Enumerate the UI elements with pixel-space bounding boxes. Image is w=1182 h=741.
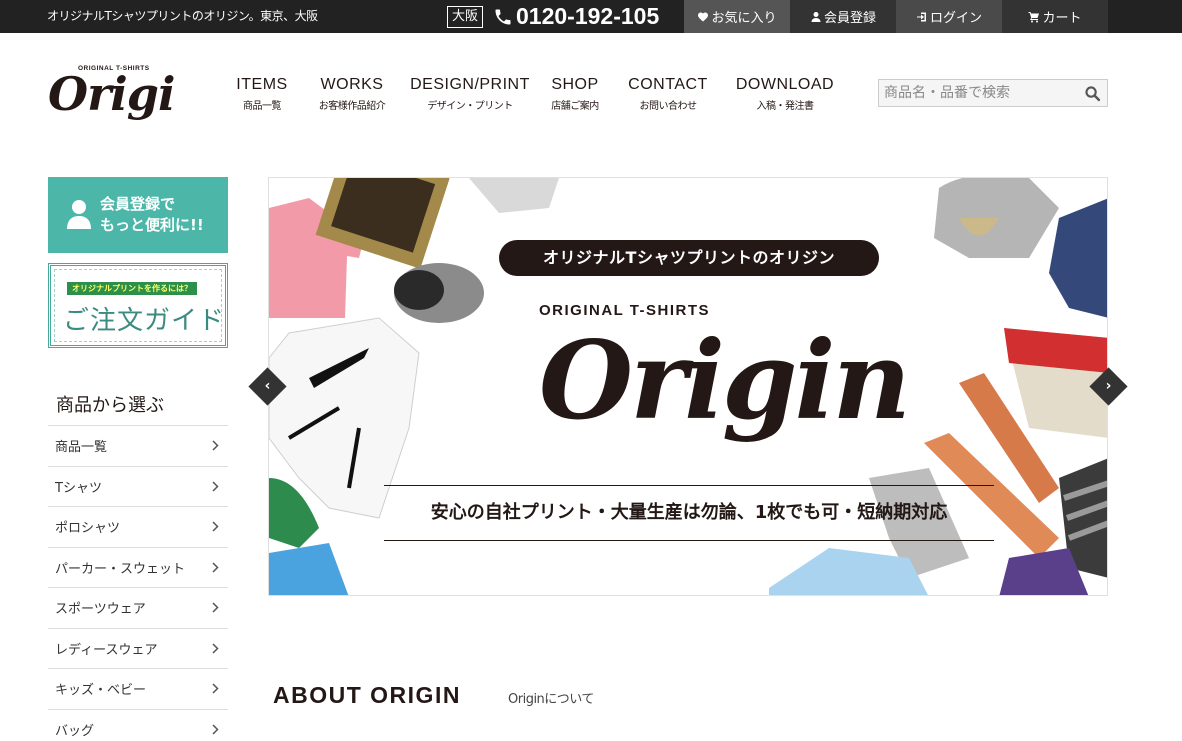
nav-shop-sublabel: 店舗ご案内: [551, 101, 599, 112]
login-link[interactable]: ログイン: [896, 0, 1002, 33]
guide-title: ご注文ガイド: [63, 306, 226, 336]
user-icon: [67, 200, 91, 229]
category-item[interactable]: レディースウェア: [48, 627, 228, 669]
user-icon: [811, 11, 821, 22]
chevron-right-icon: [212, 562, 219, 573]
phone-number: 0120-192-105: [516, 3, 660, 29]
category-label: 商品一覧: [55, 440, 108, 456]
chevron-right-icon: [212, 521, 219, 532]
member-banner-line2: もっと便利に!!: [100, 216, 204, 234]
cart-icon: [1028, 11, 1040, 22]
slider-next-button[interactable]: ›: [1089, 367, 1128, 406]
category-item[interactable]: 商品一覧: [48, 425, 228, 466]
nav-shop-label: SHOP: [551, 76, 599, 93]
chevron-right-icon: ›: [1105, 378, 1112, 394]
chevron-right-icon: [212, 724, 219, 735]
chevron-left-icon: ‹: [264, 378, 271, 394]
login-label: ログイン: [929, 11, 982, 26]
nav-works-label: WORKS: [320, 76, 384, 93]
hero-logo-wordmark: Origin: [539, 318, 908, 444]
category-label: スポーツウェア: [55, 602, 146, 618]
order-guide-banner[interactable]: オリジナルプリントを作るには？ ご注文ガイド: [48, 263, 228, 348]
category-label: キッズ・ベビー: [55, 683, 147, 699]
nav-contact-sublabel: お問い合わせ: [639, 101, 698, 112]
search-box: [878, 79, 1108, 107]
site-tagline: オリジナルTシャツプリントのオリジン。東京、大阪: [47, 9, 318, 23]
chevron-right-icon: [212, 602, 219, 613]
hero-slider[interactable]: ORIGINAL T-SHIRTS Origin オリジナルTシャツプリントのオ…: [268, 177, 1108, 596]
nav-contact-label: CONTACT: [628, 76, 708, 93]
category-item[interactable]: ポロシャツ: [48, 506, 228, 547]
guide-subtitle: オリジナルプリントを作るには？: [67, 282, 197, 295]
category-label: レディースウェア: [55, 642, 158, 658]
about-subtitle: Originについて: [508, 692, 594, 707]
hero-tagline: 安心の自社プリント・大量生産は勿論、1枚でも可・短納期対応: [384, 485, 994, 541]
chevron-right-icon: [212, 643, 219, 654]
nav-items-label: ITEMS: [236, 76, 288, 93]
register-link[interactable]: 会員登録: [790, 0, 896, 33]
category-label: ポロシャツ: [55, 521, 121, 537]
phone-contact[interactable]: 大阪 0120-192-105: [447, 3, 659, 30]
category-label: Tシャツ: [55, 480, 102, 496]
chevron-right-icon: [212, 440, 219, 451]
nav-items-sublabel: 商品一覧: [243, 101, 282, 112]
category-label: パーカー・スウェット: [55, 561, 186, 577]
chevron-right-icon: [212, 683, 219, 694]
nav-works-sublabel: お客様作品紹介: [318, 101, 386, 112]
favorites-label: お気に入り: [711, 11, 777, 26]
register-label: 会員登録: [823, 11, 876, 26]
category-item[interactable]: バッグ: [48, 708, 228, 741]
nav-items[interactable]: ITEMS 商品一覧: [222, 76, 302, 112]
nav-contact[interactable]: CONTACT お問い合わせ: [612, 76, 724, 112]
chevron-right-icon: [212, 481, 219, 492]
heart-icon: [698, 12, 709, 21]
nav-download-label: DOWNLOAD: [735, 76, 835, 93]
logo-wordmark: Origin: [48, 67, 174, 121]
cart-label: カート: [1042, 11, 1082, 26]
hero-logo-subtitle: ORIGINAL T-SHIRTS: [539, 302, 710, 319]
category-item[interactable]: キッズ・ベビー: [48, 668, 228, 709]
nav-design-print-label: DESIGN/PRINT: [410, 76, 530, 93]
nav-design-print-sublabel: デザイン・プリント: [427, 101, 513, 112]
member-signup-banner[interactable]: 会員登録で もっと便利に!!: [48, 177, 228, 253]
site-logo[interactable]: ORIGINAL T-SHIRTS Origin: [48, 62, 174, 140]
login-icon: [916, 12, 926, 21]
favorites-link[interactable]: お気に入り: [684, 0, 790, 33]
cart-link[interactable]: カート: [1002, 0, 1108, 33]
region-tag: 大阪: [447, 5, 484, 28]
about-title: ABOUT ORIGIN: [273, 682, 461, 708]
category-item[interactable]: Tシャツ: [48, 465, 228, 507]
nav-works[interactable]: WORKS お客様作品紹介: [302, 76, 402, 112]
phone-icon: [495, 9, 511, 24]
category-list: 商品一覧 Tシャツ ポロシャツ パーカー・スウェット スポーツウェア レディース…: [48, 425, 228, 741]
nav-design-print[interactable]: DESIGN/PRINT デザイン・プリント: [402, 76, 538, 112]
top-nav: お気に入り 会員登録 ログイン カート: [684, 0, 1108, 33]
category-label: バッグ: [55, 723, 95, 739]
category-item[interactable]: スポーツウェア: [48, 587, 228, 628]
main-nav: ITEMS 商品一覧 WORKS お客様作品紹介 DESIGN/PRINT デザ…: [222, 76, 846, 112]
slider-prev-button[interactable]: ‹: [248, 367, 287, 406]
category-item[interactable]: パーカー・スウェット: [48, 546, 228, 588]
nav-download-sublabel: 入稿・発注書: [756, 101, 815, 112]
nav-download[interactable]: DOWNLOAD 入稿・発注書: [724, 76, 846, 112]
category-heading: 商品から選ぶ: [56, 395, 164, 416]
nav-shop[interactable]: SHOP 店舗ご案内: [538, 76, 612, 112]
member-banner-text: 会員登録で もっと便利に!!: [100, 194, 204, 236]
search-icon[interactable]: [1084, 85, 1101, 102]
member-banner-line1: 会員登録で: [100, 195, 176, 213]
top-bar: オリジナルTシャツプリントのオリジン。東京、大阪 大阪 0120-192-105…: [0, 0, 1182, 33]
search-input[interactable]: [879, 80, 1079, 106]
hero-pill-title: オリジナルTシャツプリントのオリジン: [499, 240, 879, 276]
